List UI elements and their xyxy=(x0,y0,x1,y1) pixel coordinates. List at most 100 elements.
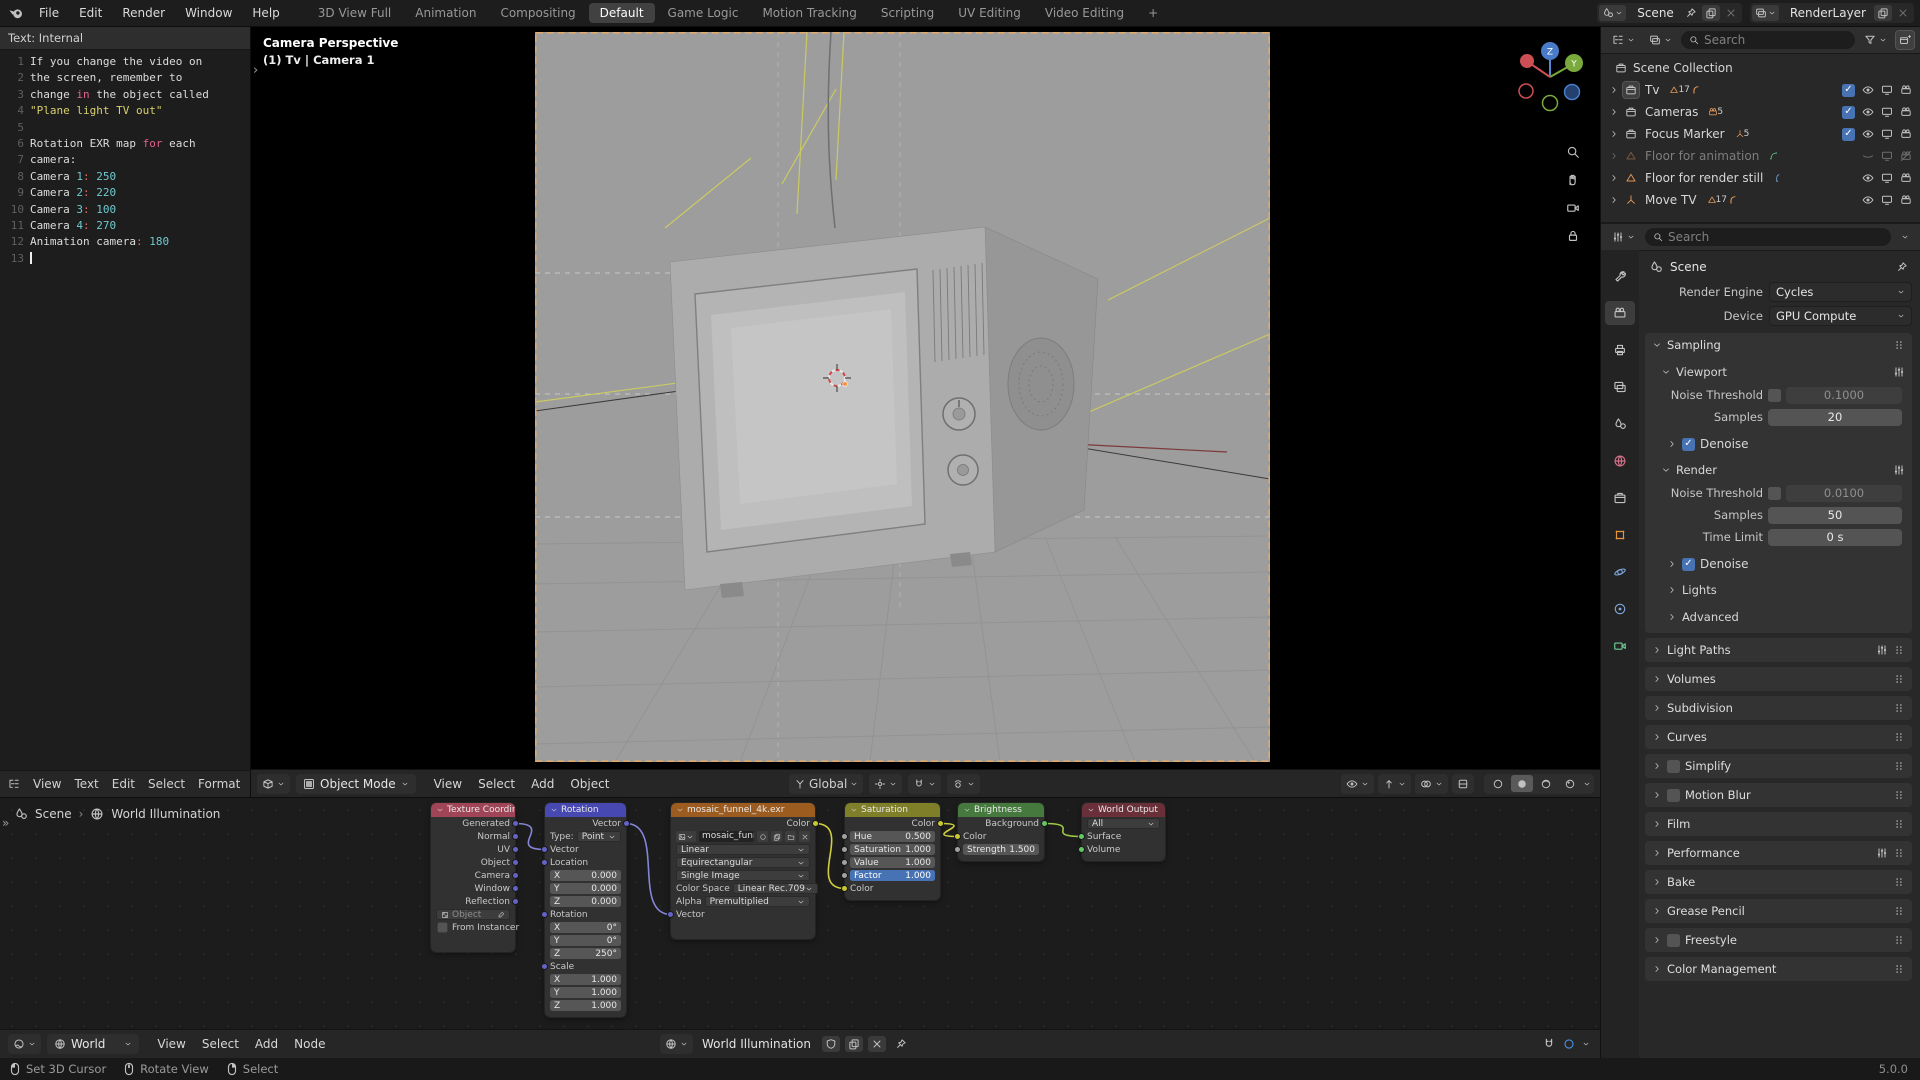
socket-vector[interactable] xyxy=(512,872,519,879)
chevron-down-icon[interactable] xyxy=(1582,1040,1590,1048)
node-axis-field[interactable]: Z250° xyxy=(550,948,621,959)
image-browse-button[interactable] xyxy=(676,831,696,842)
node-field-strength[interactable]: Strength1.500 xyxy=(963,844,1039,855)
node-header[interactable]: mosaic_funnel_4k.exr xyxy=(671,803,815,817)
workspace-tab-game-logic[interactable]: Game Logic xyxy=(657,3,750,23)
object-name[interactable]: Floor for animation xyxy=(1645,149,1759,163)
gizmos-dropdown[interactable] xyxy=(1378,774,1411,794)
zoom-icon[interactable] xyxy=(1566,145,1580,159)
node-texture-coordinate[interactable]: Texture CoordinateGeneratedNormalUVObjec… xyxy=(431,803,515,952)
panel-freestyle[interactable]: Freestyle xyxy=(1645,928,1912,952)
node-canvas[interactable]: » Scene › World Illumination Texture Coo… xyxy=(0,798,1600,1030)
overlays-dropdown[interactable] xyxy=(1415,774,1448,794)
checkbox[interactable] xyxy=(1842,128,1855,141)
snap-toggle[interactable] xyxy=(908,774,941,794)
workspace-tab-scripting[interactable]: Scripting xyxy=(870,3,945,23)
scene-name[interactable]: Scene xyxy=(1631,6,1680,20)
pin-icon[interactable] xyxy=(895,1038,907,1050)
node-rotation[interactable]: RotationVectorType:PointVectorLocationX0… xyxy=(545,803,626,1017)
properties-tab-constraint[interactable] xyxy=(1605,597,1635,621)
subpanel-header-viewport[interactable]: Viewport xyxy=(1645,360,1912,384)
node-saturation[interactable]: SaturationColorHue0.500Saturation1.000Va… xyxy=(845,803,940,900)
socket-vector[interactable] xyxy=(541,911,548,918)
mode-dropdown[interactable]: Object Mode xyxy=(296,774,416,794)
visibility-icon[interactable] xyxy=(1862,150,1874,162)
value-field[interactable]: 20 xyxy=(1768,409,1902,426)
menu-help[interactable]: Help xyxy=(243,3,288,23)
node-sidebar-toggle[interactable]: » xyxy=(2,816,9,830)
properties-tab-objSquare[interactable] xyxy=(1605,523,1635,547)
checkbox[interactable] xyxy=(1667,934,1680,947)
orientation-dropdown[interactable]: Global xyxy=(789,774,863,794)
property-dropdown[interactable]: GPU Compute xyxy=(1769,306,1912,326)
node-link[interactable] xyxy=(626,824,671,915)
visibility-icon[interactable] xyxy=(1862,194,1874,206)
text-editor-body[interactable]: 1If you change the video on2the screen, … xyxy=(0,49,250,771)
viewport-menu-view[interactable]: View xyxy=(426,777,470,791)
properties-tab-cam[interactable] xyxy=(1605,301,1635,325)
socket-color[interactable] xyxy=(812,820,819,827)
panel-color-management[interactable]: Color Management xyxy=(1645,957,1912,981)
node-axis-field[interactable]: Y1.000 xyxy=(550,987,621,998)
checkbox[interactable] xyxy=(1768,487,1781,500)
checkbox[interactable] xyxy=(1842,106,1855,119)
shader-type-dropdown[interactable]: World xyxy=(47,1034,139,1054)
object-field[interactable]: Object xyxy=(436,909,510,920)
node-menu-select[interactable]: Select xyxy=(194,1037,247,1051)
snap-node-icon[interactable] xyxy=(1542,1037,1556,1051)
socket-gray[interactable] xyxy=(841,859,848,866)
properties-tab-collection[interactable] xyxy=(1605,486,1635,510)
menu-render[interactable]: Render xyxy=(113,3,174,23)
node-link[interactable] xyxy=(815,824,845,889)
outliner-row[interactable]: Focus Marker5 xyxy=(1601,123,1920,145)
panel-header[interactable]: Volumes xyxy=(1645,667,1912,691)
pivot-dropdown[interactable] xyxy=(869,774,902,794)
checkbox[interactable] xyxy=(1682,558,1695,571)
panel-motion-blur[interactable]: Motion Blur xyxy=(1645,783,1912,807)
subpanel-advanced[interactable]: Advanced xyxy=(1645,605,1912,629)
panel-header[interactable]: Film xyxy=(1645,812,1912,836)
node-dropdown[interactable]: All xyxy=(1087,818,1160,829)
camera-view[interactable] xyxy=(535,32,1270,762)
socket-shader[interactable] xyxy=(1078,846,1085,853)
object-visibility-dropdown[interactable] xyxy=(1341,774,1374,794)
node-axis-field[interactable]: Z1.000 xyxy=(550,1000,621,1011)
socket-gray[interactable] xyxy=(954,846,961,853)
node-dropdown[interactable]: Single Image xyxy=(676,870,810,881)
text-menu-view[interactable]: View xyxy=(33,777,61,791)
outliner-row[interactable]: Move TV17 xyxy=(1601,189,1920,211)
panel-header[interactable]: Bake xyxy=(1645,870,1912,894)
outliner-row[interactable]: Floor for animation xyxy=(1601,145,1920,167)
browse-world-button[interactable] xyxy=(660,1034,693,1054)
eyedropper-icon[interactable] xyxy=(497,911,505,919)
viewlayer-name[interactable]: RenderLayer xyxy=(1784,6,1872,20)
outliner-search-input[interactable]: Search xyxy=(1681,31,1855,49)
outliner-editor-button[interactable] xyxy=(1607,30,1640,50)
workspace-tab-motion-tracking[interactable]: Motion Tracking xyxy=(751,3,867,23)
node-menu-view[interactable]: View xyxy=(149,1037,193,1051)
text-menu-edit[interactable]: Edit xyxy=(112,777,135,791)
socket-vector[interactable] xyxy=(512,859,519,866)
text-menu-format[interactable]: Format xyxy=(198,777,240,791)
panel-header[interactable]: Light Paths xyxy=(1645,638,1912,662)
viewport-visibility-icon[interactable] xyxy=(1881,194,1893,206)
image-name[interactable]: mosaic_funnel_... xyxy=(699,831,754,842)
panel-header-sampling[interactable]: Sampling xyxy=(1645,333,1912,357)
workspace-tab-compositing[interactable]: Compositing xyxy=(489,3,586,23)
render-visibility-icon[interactable] xyxy=(1900,84,1912,96)
socket-vector[interactable] xyxy=(512,833,519,840)
node-field-hue[interactable]: Hue0.500 xyxy=(850,831,935,842)
viewport-visibility-icon[interactable] xyxy=(1881,106,1893,118)
property-dropdown[interactable]: Cycles xyxy=(1769,282,1912,302)
chevron-down-icon[interactable] xyxy=(1583,780,1591,788)
socket-color[interactable] xyxy=(937,820,944,827)
node-link[interactable] xyxy=(515,824,545,850)
panel-performance[interactable]: Performance xyxy=(1645,841,1912,865)
blender-logo-icon[interactable] xyxy=(8,5,24,21)
node-header[interactable]: World Output xyxy=(1082,803,1165,817)
panel-light-paths[interactable]: Light Paths xyxy=(1645,638,1912,662)
node-dropdown[interactable]: Linear Rec.709 xyxy=(733,883,818,894)
panel-bake[interactable]: Bake xyxy=(1645,870,1912,894)
text-menu-select[interactable]: Select xyxy=(148,777,185,791)
checkbox[interactable] xyxy=(1842,84,1855,97)
